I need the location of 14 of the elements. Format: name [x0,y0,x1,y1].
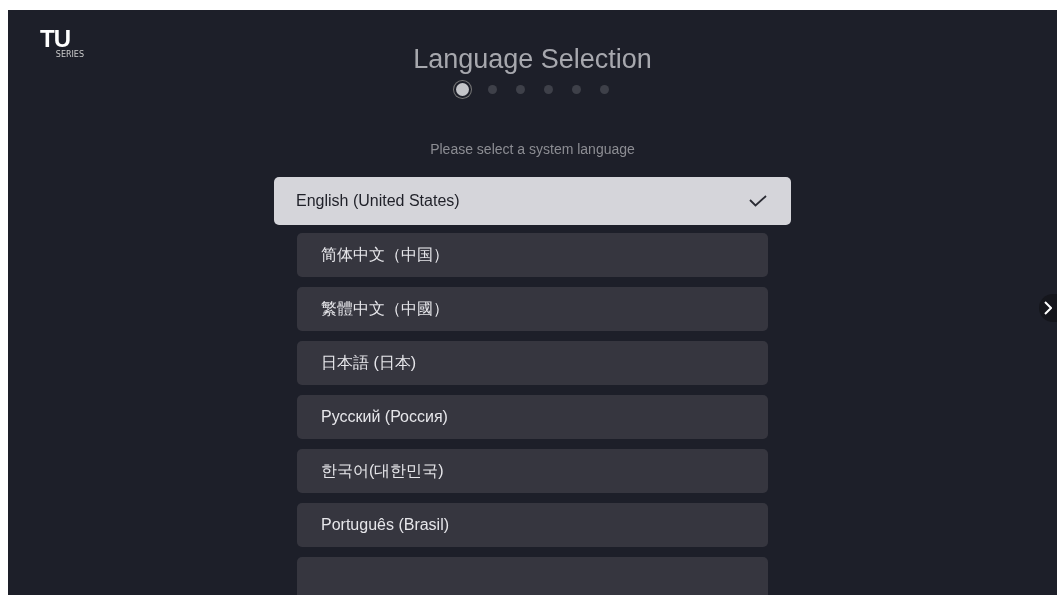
logo-text: TU [40,28,70,50]
language-option[interactable]: 简体中文（中国） [297,233,768,277]
page-title: Language Selection [413,44,652,75]
instruction-text: Please select a system language [430,141,635,157]
language-option[interactable]: Русский (Россия) [297,395,768,439]
check-icon [749,195,767,207]
language-option[interactable]: 한국어(대한민국) [297,449,768,493]
logo-subtext: SERIES [55,50,84,60]
language-option[interactable]: English (United States) [274,177,791,225]
language-option[interactable]: Português (Brasil) [297,503,768,547]
language-option[interactable]: 日本語 (日本) [297,341,768,385]
next-button[interactable] [1039,294,1057,322]
language-option[interactable]: 繁體中文（中國） [297,287,768,331]
chevron-right-icon [1044,301,1052,315]
